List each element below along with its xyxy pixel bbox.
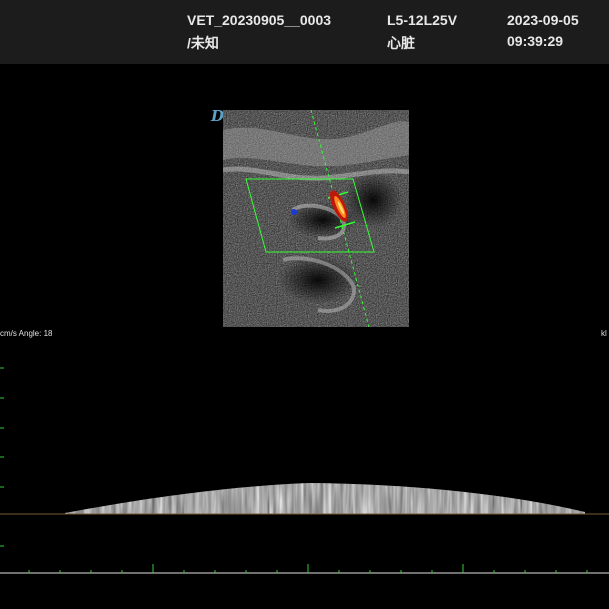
doppler-info: cm/s Angle: 18 bbox=[0, 329, 53, 338]
header-bar: VET_20230905__0003 /未知 L5-12L25V 心脏 2023… bbox=[0, 0, 609, 64]
patient-id: VET_20230905__0003 bbox=[187, 12, 332, 28]
exam-type: 心脏 bbox=[387, 35, 415, 51]
velocity-scale bbox=[0, 367, 4, 547]
exam-date: 2023-09-05 bbox=[507, 12, 579, 28]
time-ticks bbox=[28, 564, 588, 573]
bmode-image[interactable] bbox=[223, 110, 409, 327]
exam-time: 09:39:29 bbox=[507, 33, 564, 49]
spectral-doppler-trace bbox=[0, 367, 609, 574]
patient-sub: /未知 bbox=[187, 35, 219, 51]
ultrasound-image bbox=[223, 110, 409, 327]
doppler-right-label: kl bbox=[601, 329, 607, 338]
probe-name: L5-12L25V bbox=[387, 12, 458, 28]
spectral-waveform bbox=[65, 483, 585, 514]
